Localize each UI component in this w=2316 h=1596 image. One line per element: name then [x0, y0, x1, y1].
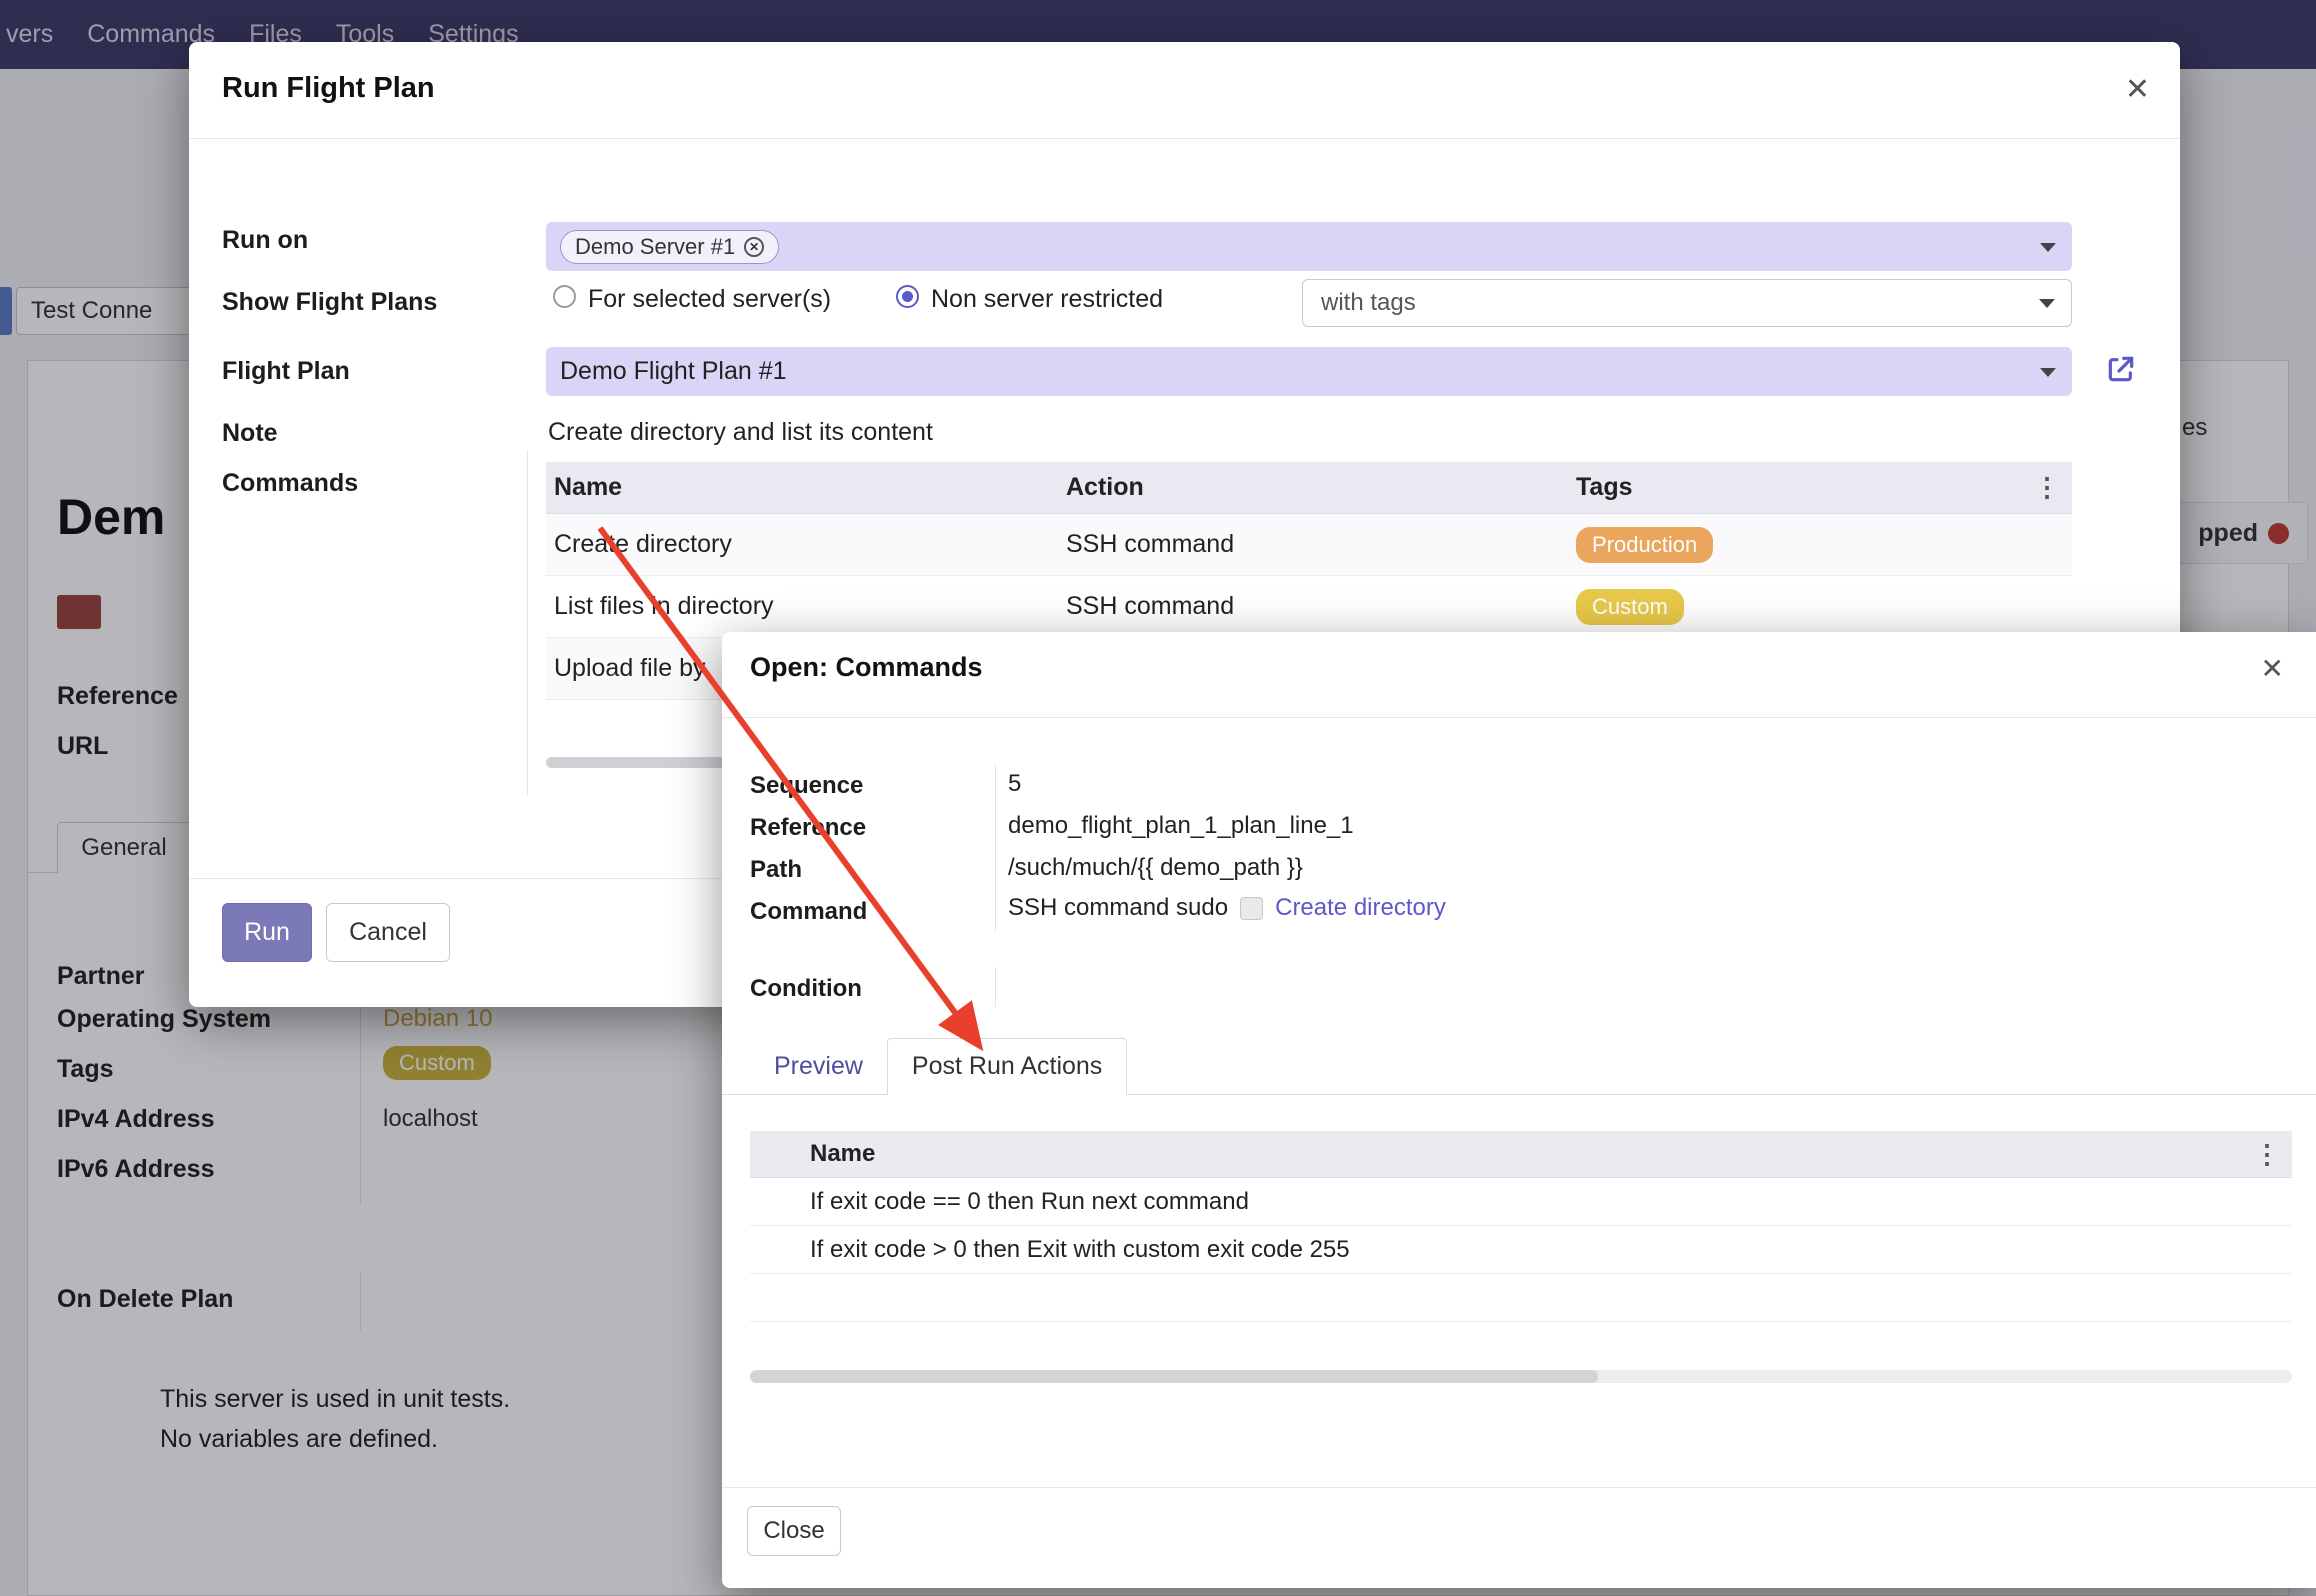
- sequence-value: 5: [1008, 770, 1021, 798]
- label-value-divider: [995, 764, 996, 932]
- post-run-actions-table: Name ⋮ If exit code == 0 then Run next c…: [750, 1131, 2292, 1322]
- tag-production: Production: [1576, 527, 1713, 563]
- kebab-menu-icon[interactable]: ⋮: [2242, 1139, 2292, 1170]
- chevron-down-icon: [2040, 243, 2056, 252]
- chevron-down-icon: [2040, 368, 2056, 377]
- header-divider: [189, 138, 2180, 139]
- condition-label: Condition: [750, 975, 862, 1003]
- cell-name: If exit code > 0 then Exit with custom e…: [790, 1236, 2292, 1264]
- dialog-title: Run Flight Plan: [222, 72, 435, 105]
- content-divider: [527, 450, 528, 795]
- command-value-row: SSH command sudo Create directory: [1008, 894, 1446, 922]
- cell-name: List files in directory: [546, 592, 1058, 621]
- chevron-down-icon: [2039, 299, 2055, 308]
- tag-custom: Custom: [1576, 589, 1684, 625]
- note-label: Note: [222, 419, 278, 448]
- cell-action: SSH command: [1058, 530, 1568, 559]
- table-row[interactable]: If exit code > 0 then Exit with custom e…: [750, 1226, 2292, 1274]
- show-flight-plans-label: Show Flight Plans: [222, 288, 437, 317]
- table-header-row: Name ⋮: [750, 1131, 2292, 1178]
- run-on-label: Run on: [222, 226, 308, 255]
- horizontal-scrollbar[interactable]: [750, 1370, 2292, 1383]
- reference-value: demo_flight_plan_1_plan_line_1: [1008, 812, 1354, 840]
- server-chip-label: Demo Server #1: [575, 234, 735, 260]
- path-value: /such/much/{{ demo_path }}: [1008, 854, 1303, 882]
- sequence-label: Sequence: [750, 772, 863, 800]
- tabs-bar: Preview Post Run Actions: [722, 1037, 2316, 1095]
- flight-plan-select[interactable]: Demo Flight Plan #1: [546, 347, 2072, 396]
- create-directory-link[interactable]: Create directory: [1275, 894, 1446, 922]
- cancel-button[interactable]: Cancel: [326, 903, 450, 962]
- cell-name: If exit code == 0 then Run next command: [790, 1188, 2292, 1216]
- command-value: SSH command sudo: [1008, 894, 1228, 922]
- table-header-row: Name Action Tags ⋮: [546, 462, 2072, 514]
- radio-selected-servers-label[interactable]: For selected server(s): [588, 285, 831, 314]
- cell-action: SSH command: [1058, 592, 1568, 621]
- column-tags[interactable]: Tags: [1568, 473, 2022, 502]
- radio-non-server-restricted[interactable]: [896, 285, 919, 308]
- run-button[interactable]: Run: [222, 903, 312, 962]
- close-icon[interactable]: ✕: [2261, 655, 2284, 683]
- table-row[interactable]: List files in directory SSH command Cust…: [546, 576, 2072, 638]
- column-name[interactable]: Name: [546, 473, 1058, 502]
- dialog-title: Open: Commands: [750, 652, 983, 683]
- close-button[interactable]: Close: [747, 1506, 841, 1556]
- radio-non-server-restricted-label[interactable]: Non server restricted: [931, 285, 1163, 314]
- run-on-input[interactable]: Demo Server #1 ✕: [546, 222, 2072, 271]
- flight-plan-value: Demo Flight Plan #1: [560, 357, 787, 386]
- scrollbar-thumb[interactable]: [750, 1370, 1598, 1383]
- path-label: Path: [750, 856, 802, 884]
- remove-chip-icon[interactable]: ✕: [744, 237, 764, 257]
- kebab-menu-icon[interactable]: ⋮: [2022, 472, 2072, 503]
- with-tags-select[interactable]: with tags: [1302, 279, 2072, 327]
- column-action[interactable]: Action: [1058, 473, 1568, 502]
- table-row[interactable]: Create directory SSH command Production: [546, 514, 2072, 576]
- note-value: Create directory and list its content: [548, 418, 933, 447]
- flight-plan-label: Flight Plan: [222, 357, 350, 386]
- label-value-divider: [995, 967, 996, 1007]
- column-name[interactable]: Name: [790, 1140, 2242, 1168]
- cell-name: Create directory: [546, 530, 1058, 559]
- footer-divider: [722, 1487, 2316, 1488]
- radio-selected-servers[interactable]: [553, 285, 576, 308]
- tab-preview[interactable]: Preview: [750, 1039, 887, 1094]
- reference-label: Reference: [750, 814, 866, 842]
- tab-post-run-actions[interactable]: Post Run Actions: [887, 1038, 1127, 1095]
- with-tags-value: with tags: [1321, 289, 1416, 317]
- command-label: Command: [750, 898, 867, 926]
- table-row-empty: [750, 1274, 2292, 1322]
- create-directory-checkbox[interactable]: [1240, 897, 1263, 920]
- external-link-icon[interactable]: [2105, 353, 2137, 385]
- header-divider: [722, 717, 2316, 718]
- table-row[interactable]: If exit code == 0 then Run next command: [750, 1178, 2292, 1226]
- close-icon[interactable]: ✕: [2125, 75, 2150, 105]
- server-chip[interactable]: Demo Server #1 ✕: [560, 230, 779, 264]
- open-commands-dialog: Open: Commands ✕ Sequence Reference Path…: [722, 632, 2316, 1588]
- commands-label: Commands: [222, 469, 358, 498]
